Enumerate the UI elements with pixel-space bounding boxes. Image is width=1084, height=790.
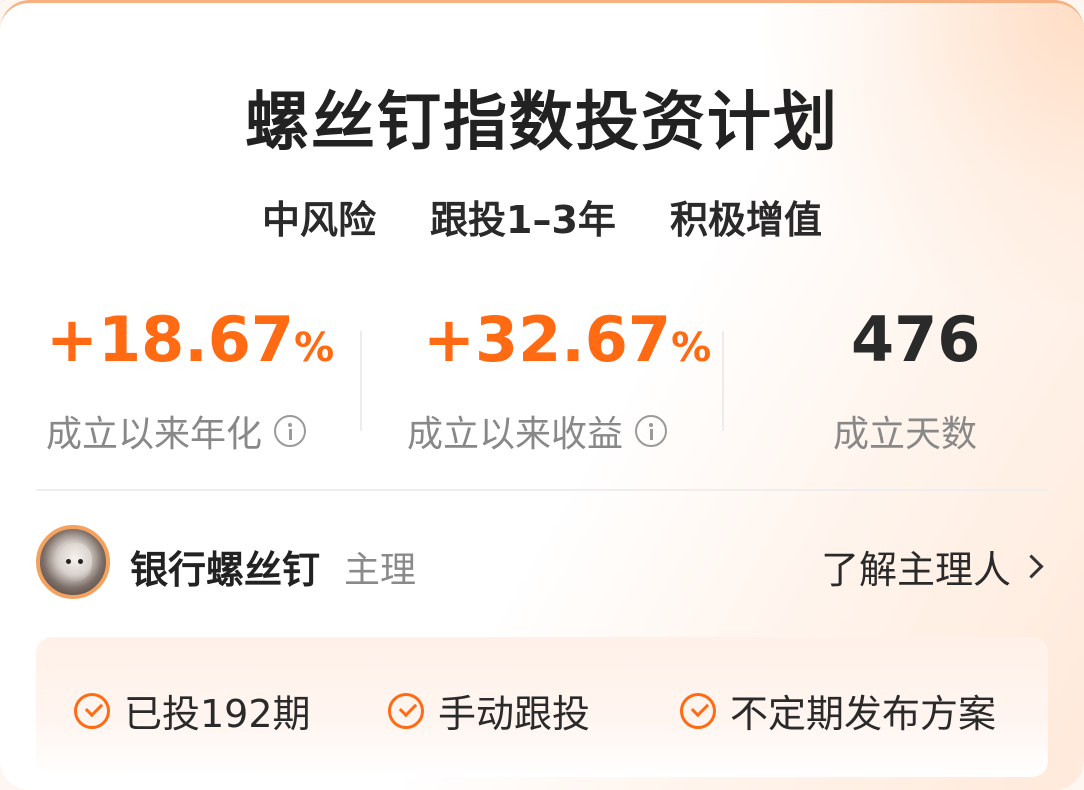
tag-risk: 中风险 bbox=[254, 189, 385, 244]
stat-annualized-label: 成立以来年化 bbox=[46, 405, 307, 457]
stat-annualized: +18.67% 成立以来年化 bbox=[0, 303, 361, 463]
info-icon[interactable] bbox=[635, 415, 668, 447]
stats-row: +18.67% 成立以来年化 +32.67% 成立以来收益 476 成立天数 bbox=[0, 303, 1084, 463]
check-circle-icon bbox=[680, 692, 716, 729]
feature-item: 已投192期 bbox=[74, 683, 311, 738]
plan-card[interactable]: 螺丝钉指数投资计划 中风险 跟投1–3年 积极增值 +18.67% 成立以来年化… bbox=[0, 0, 1084, 790]
info-icon[interactable] bbox=[274, 415, 307, 447]
tag-goal: 积极增值 bbox=[661, 189, 830, 244]
stat-total-return: +32.67% 成立以来收益 bbox=[361, 303, 722, 463]
manager-row: 银行螺丝钉 主理 了解主理人 bbox=[36, 525, 1048, 601]
learn-about-manager-link[interactable]: 了解主理人 bbox=[821, 539, 1048, 594]
feature-label: 手动跟投 bbox=[438, 692, 591, 736]
stat-days-value: 476 bbox=[851, 303, 981, 376]
feature-panel: 已投192期 手动跟投 不定期发布方案 bbox=[36, 637, 1048, 777]
plan-title: 螺丝钉指数投资计划 bbox=[245, 86, 839, 160]
feature-label: 不定期发布方案 bbox=[730, 692, 997, 736]
feature-item: 不定期发布方案 bbox=[680, 683, 996, 738]
feature-label: 已投192期 bbox=[124, 692, 311, 736]
stat-days: 476 成立天数 bbox=[723, 303, 1084, 463]
section-divider bbox=[36, 489, 1048, 491]
check-circle-icon bbox=[388, 692, 424, 729]
tag-list: 中风险 跟投1–3年 积极增值 bbox=[0, 189, 1084, 244]
manager-name: 银行螺丝钉 bbox=[130, 548, 321, 592]
avatar[interactable] bbox=[36, 525, 110, 599]
tag-duration: 跟投1–3年 bbox=[422, 189, 624, 244]
feature-item: 手动跟投 bbox=[388, 683, 590, 738]
manager-role: 主理 bbox=[344, 550, 417, 591]
stat-total-return-value: +32.67% bbox=[423, 303, 712, 376]
stat-total-return-label: 成立以来收益 bbox=[407, 405, 668, 457]
stat-days-label: 成立天数 bbox=[833, 414, 978, 455]
stat-annualized-value: +18.67% bbox=[46, 303, 335, 376]
learn-about-manager-label: 了解主理人 bbox=[820, 548, 1011, 592]
chevron-right-icon bbox=[1019, 554, 1044, 579]
check-circle-icon bbox=[74, 692, 110, 729]
